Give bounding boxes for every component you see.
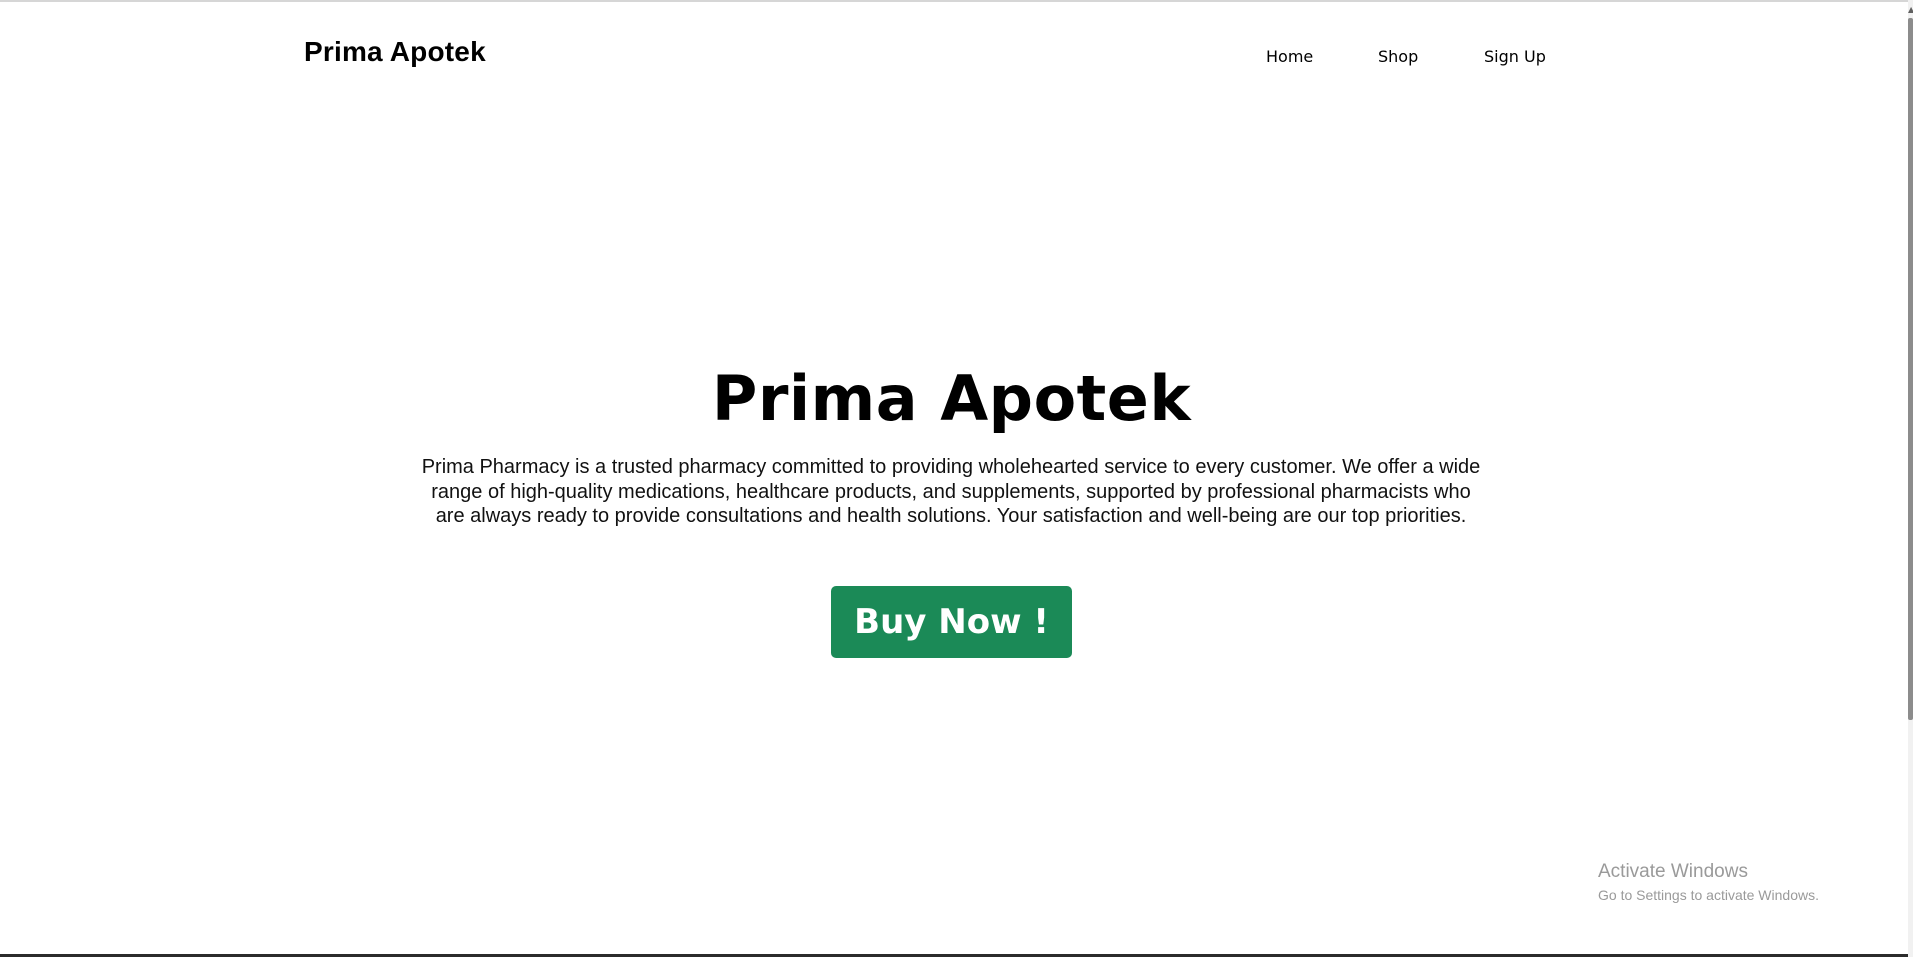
nav-home-link[interactable]: Home — [1266, 47, 1313, 66]
nav-sign-up-link[interactable]: Sign Up — [1484, 47, 1546, 66]
hero-title: Prima Apotek — [711, 362, 1192, 435]
hero-description: Prima Pharmacy is a trusted pharmacy com… — [421, 456, 1481, 527]
activate-windows-subtitle: Go to Settings to activate Windows. — [1598, 887, 1819, 903]
window-top-border — [0, 0, 1913, 2]
buy-now-button[interactable]: Buy Now ! — [831, 586, 1072, 658]
activate-windows-title: Activate Windows — [1598, 861, 1748, 882]
brand-logo-text[interactable]: Prima Apotek — [304, 36, 486, 68]
scroll-up-arrow-icon[interactable]: ▲ — [1908, 6, 1913, 14]
scrollbar-thumb[interactable] — [1908, 18, 1913, 720]
nav-shop-link[interactable]: Shop — [1378, 47, 1418, 66]
